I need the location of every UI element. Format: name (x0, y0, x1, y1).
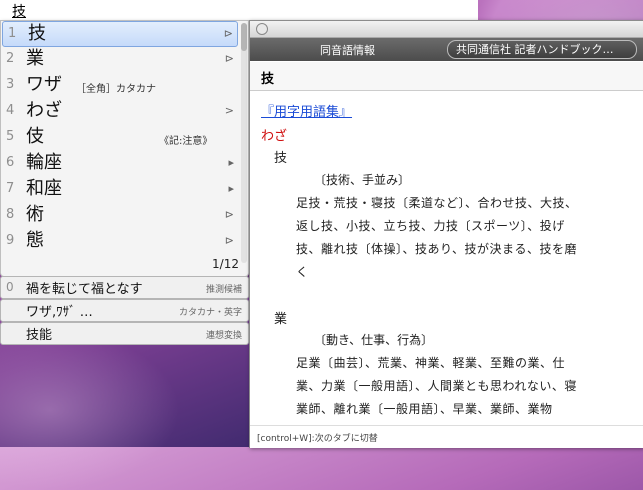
candidate-word: 技 (28, 23, 46, 44)
entry-line: 業、力業〔一般用語〕、人間業とも思われない、寝 (296, 379, 577, 393)
candidate-word: 輪座 (26, 152, 62, 173)
entry-kanji: 技 (274, 151, 288, 166)
suggestion-word: ワザ,ﾜｻﾞ … (26, 305, 93, 320)
homonym-info-panel: 同音語情報 共同通信社 記者ハンドブック… 技 『用字用語集』 わざ 技 〔技術… (249, 20, 643, 448)
suggestion-tag: 推測候補 (205, 285, 242, 295)
triangle-right-icon: ▸ (228, 156, 234, 169)
double-arrow-icon: ⊳ (224, 234, 234, 247)
candidate-counter: 1/12 (212, 257, 239, 271)
candidate-row[interactable]: 1 技 ⊳ (2, 21, 238, 47)
candidate-row[interactable]: 4 わざ > (1, 99, 238, 123)
candidate-number: 5 (6, 129, 15, 144)
footer-hint: [control+W]:次のタブに切替 (257, 434, 378, 444)
candidate-number: 4 (6, 103, 15, 118)
association-suggestion[interactable]: 技能 連想変換 (0, 322, 249, 345)
candidate-row[interactable]: 5 伎 《記:注意》 (1, 125, 238, 149)
tab-handbook[interactable]: 共同通信社 記者ハンドブック… (447, 40, 637, 59)
panel-content: 『用字用語集』 わざ 技 〔技術、手並み〕 足技・荒技・寝技〔柔道など〕、合わせ… (250, 91, 643, 427)
entry-line: く (296, 265, 309, 279)
composition-input[interactable]: 技 (0, 0, 478, 21)
composition-text: 技 (12, 4, 26, 20)
tab-homonym-info[interactable]: 同音語情報 (320, 42, 375, 58)
source-link[interactable]: 『用字用語集』 (261, 101, 352, 120)
entry-meaning: 〔技術、手並み〕 (314, 173, 411, 187)
candidate-number: 3 (6, 77, 15, 92)
panel-tabbar: 同音語情報 共同通信社 記者ハンドブック… (250, 38, 643, 61)
panel-heading: 技 (250, 62, 643, 91)
suggestion-tag: 連想変換 (205, 331, 242, 341)
candidate-row[interactable]: 8 術 ⊳ (1, 203, 238, 227)
candidate-annotation: 《記:注意》 (159, 136, 213, 147)
entry-line: 足業〔曲芸〕、荒業、神業、軽業、至難の業、仕 (296, 356, 566, 370)
suggestion-word: 技能 (26, 328, 53, 343)
suggestion-word: 禍を転じて福となす (26, 282, 143, 297)
candidate-word: 術 (26, 204, 44, 225)
suggestion-number: 0 (6, 280, 14, 294)
candidate-number: 6 (6, 155, 15, 170)
candidate-row[interactable]: 2 業 ⊳ (1, 47, 238, 71)
candidate-row[interactable]: 7 和座 ▸ (1, 177, 238, 201)
double-arrow-icon: ⊳ (223, 27, 233, 40)
candidate-number: 1 (8, 26, 17, 41)
reading-label: わざ (261, 129, 288, 144)
desktop-swirl (0, 330, 180, 490)
candidate-word: わざ (26, 100, 62, 121)
candidate-annotation: ［全角］カタカナ (76, 84, 156, 95)
candidate-number: 7 (6, 181, 15, 196)
candidate-number: 8 (6, 207, 15, 222)
candidate-word: 和座 (26, 178, 62, 199)
candidate-word: 態 (26, 230, 44, 251)
candidate-word: 伎 (26, 126, 44, 147)
candidate-number: 2 (6, 51, 15, 66)
heading-word: 技 (261, 72, 275, 87)
double-arrow-icon: ⊳ (224, 52, 234, 65)
close-circle-icon[interactable] (256, 23, 268, 35)
prediction-suggestion[interactable]: 0 禍を転じて福となす 推測候補 (0, 276, 249, 299)
entry-kanji: 業 (274, 312, 288, 327)
suggestion-tag: カタカナ・英字 (178, 308, 242, 318)
candidate-word: ワザ (26, 74, 62, 95)
panel-titlebar[interactable] (250, 21, 643, 38)
candidate-number: 9 (6, 233, 15, 248)
candidate-list: 1 技 ⊳ 2 業 ⊳ 3 ワザ ［全角］カタカナ 4 わざ > 5 伎 《記:… (0, 20, 249, 277)
entry-line: 足技・荒技・寝技〔柔道など〕、合わせ技、大技、 (296, 196, 578, 210)
scrollbar-thumb[interactable] (241, 23, 247, 51)
katakana-suggestion[interactable]: ワザ,ﾜｻﾞ … カタカナ・英字 (0, 299, 249, 322)
panel-footer: [control+W]:次のタブに切替 (250, 425, 643, 448)
candidate-row[interactable]: 3 ワザ ［全角］カタカナ (1, 73, 238, 97)
entry-meaning: 〔動き、仕事、行為〕 (314, 333, 434, 347)
candidate-word: 業 (26, 48, 44, 69)
candidate-row[interactable]: 9 態 ⊳ (1, 229, 238, 253)
entry-line: 返し技、小技、立ち技、力技〔スポーツ〕、投げ (296, 219, 565, 233)
entry-line: 業師、離れ業〔一般用語〕、早業、業師、業物 (296, 402, 553, 416)
candidate-row[interactable]: 6 輪座 ▸ (1, 151, 238, 175)
triangle-right-icon: ▸ (228, 182, 234, 195)
candidate-scrollbar[interactable] (241, 23, 247, 263)
chevron-right-icon: > (224, 104, 234, 117)
entry-line: 技、離れ技〔体操〕、技あり、技が決まる、技を磨 (296, 242, 578, 256)
double-arrow-icon: ⊳ (224, 208, 234, 221)
